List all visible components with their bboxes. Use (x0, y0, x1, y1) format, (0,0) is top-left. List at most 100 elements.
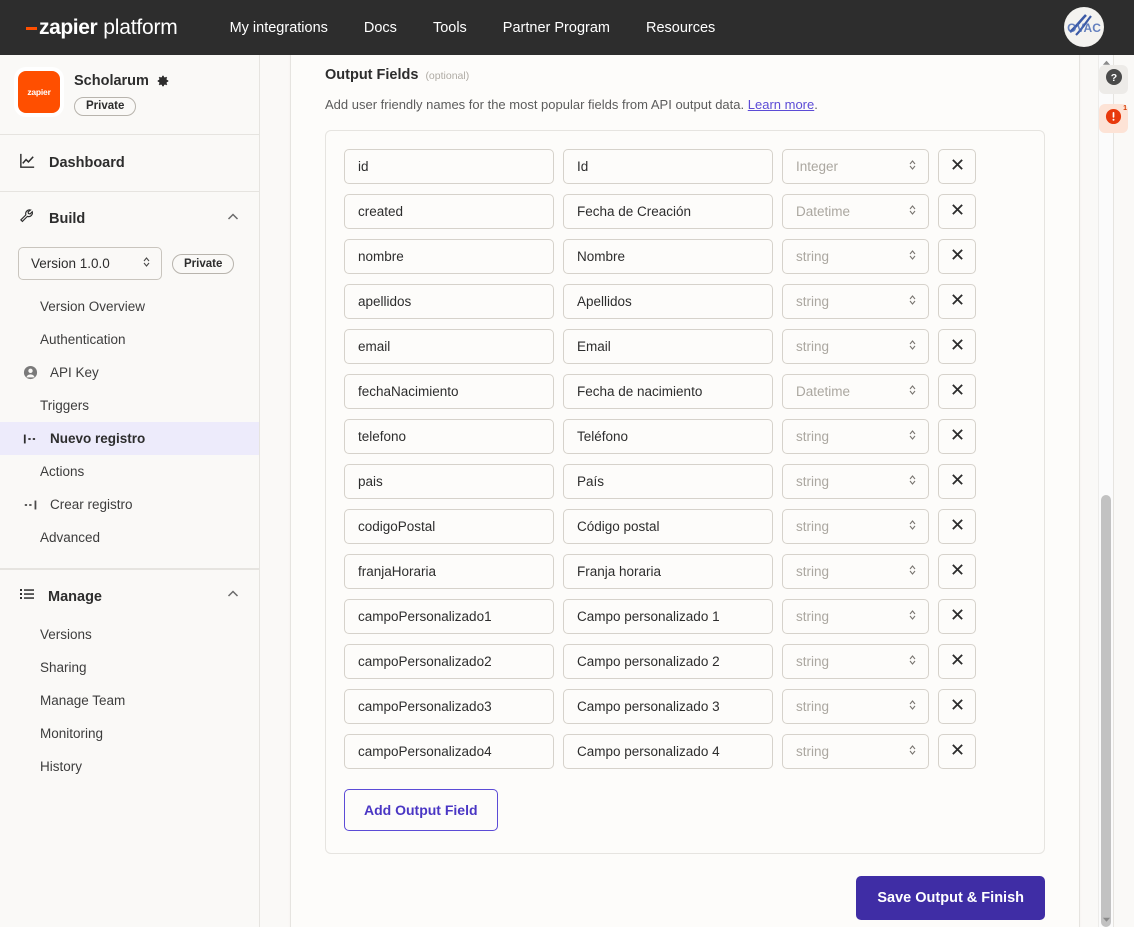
output-field-key-input[interactable] (344, 149, 554, 184)
sidebar-item-nuevo-registro[interactable]: Nuevo registro (0, 422, 259, 455)
help-button[interactable]: ? (1099, 65, 1128, 94)
project-visibility-badge[interactable]: Private (74, 97, 137, 116)
nav-link-my-integrations[interactable]: My integrations (230, 20, 328, 36)
stepper-icon (907, 293, 918, 310)
user-avatar[interactable]: OVAC (1064, 7, 1104, 47)
sidebar-item-dashboard[interactable]: Dashboard (0, 135, 259, 192)
sidebar-item-actions[interactable]: Actions (0, 455, 259, 488)
output-field-label-input[interactable] (563, 689, 773, 724)
stepper-icon (907, 203, 918, 220)
output-field-label-input[interactable] (563, 374, 773, 409)
sidebar-item-triggers[interactable]: Triggers (0, 389, 259, 422)
output-field-key-input[interactable] (344, 464, 554, 499)
output-field-type-select[interactable]: string (782, 419, 929, 454)
remove-output-field-button[interactable] (938, 329, 976, 364)
output-field-type-select[interactable]: string (782, 734, 929, 769)
output-field-key-input[interactable] (344, 329, 554, 364)
output-field-type-select[interactable]: Datetime (782, 194, 929, 229)
output-field-key-input[interactable] (344, 734, 554, 769)
remove-output-field-button[interactable] (938, 554, 976, 589)
output-field-key-input[interactable] (344, 599, 554, 634)
sidebar-item-sharing[interactable]: Sharing (0, 651, 259, 684)
sidebar-item-crear-registro[interactable]: Crear registro (0, 488, 259, 521)
scrollbar-thumb[interactable] (1101, 495, 1111, 927)
scrollbar-track[interactable] (1099, 70, 1113, 927)
manage-section-header[interactable]: Manage (0, 570, 259, 618)
sidebar-item-api-key[interactable]: API Key (0, 356, 259, 389)
output-field-label-input[interactable] (563, 329, 773, 364)
sidebar-item-monitoring-label: Monitoring (40, 726, 104, 741)
output-field-key-input[interactable] (344, 284, 554, 319)
output-field-label-input[interactable] (563, 284, 773, 319)
output-field-label-input[interactable] (563, 734, 773, 769)
output-field-type-select[interactable]: string (782, 284, 929, 319)
learn-more-link[interactable]: Learn more (748, 97, 814, 112)
output-field-type-select[interactable]: string (782, 464, 929, 499)
nav-link-tools[interactable]: Tools (433, 20, 467, 36)
version-visibility-badge[interactable]: Private (172, 253, 235, 274)
output-field-type-select[interactable]: Integer (782, 149, 929, 184)
output-field-type-select[interactable]: Datetime (782, 374, 929, 409)
remove-output-field-button[interactable] (938, 194, 976, 229)
remove-output-field-button[interactable] (938, 644, 976, 679)
output-field-label-input[interactable] (563, 509, 773, 544)
sidebar-item-versions[interactable]: Versions (0, 618, 259, 651)
output-field-key-input[interactable] (344, 239, 554, 274)
remove-output-field-button[interactable] (938, 419, 976, 454)
add-output-field-button[interactable]: Add Output Field (344, 789, 498, 831)
version-select[interactable]: Version 1.0.0 (18, 247, 162, 280)
scroll-down-arrow-icon[interactable] (1099, 912, 1113, 927)
output-field-label-input[interactable] (563, 419, 773, 454)
remove-output-field-button[interactable] (938, 509, 976, 544)
output-field-key-input[interactable] (344, 509, 554, 544)
close-icon (951, 473, 964, 491)
sidebar-item-advanced[interactable]: Advanced (0, 521, 259, 554)
sidebar-item-monitoring[interactable]: Monitoring (0, 717, 259, 750)
output-field-label-input[interactable] (563, 149, 773, 184)
output-field-key-input[interactable] (344, 374, 554, 409)
sidebar-item-manage-team[interactable]: Manage Team (0, 684, 259, 717)
output-field-type-select[interactable]: string (782, 239, 929, 274)
gear-icon[interactable] (156, 74, 170, 88)
remove-output-field-button[interactable] (938, 689, 976, 724)
output-field-label-input[interactable] (563, 464, 773, 499)
remove-output-field-button[interactable] (938, 374, 976, 409)
section-description-period: . (814, 97, 818, 112)
remove-output-field-button[interactable] (938, 239, 976, 274)
output-field-type-select[interactable]: string (782, 689, 929, 724)
zapier-platform-logo[interactable]: zapier platform (26, 16, 178, 40)
output-field-type-select[interactable]: string (782, 509, 929, 544)
remove-output-field-button[interactable] (938, 734, 976, 769)
output-field-row: Integer (344, 149, 1026, 184)
output-field-key-input[interactable] (344, 194, 554, 229)
project-logo: zapier (18, 71, 60, 113)
chevron-up-icon-manage (225, 586, 241, 607)
sidebar-item-version-overview[interactable]: Version Overview (0, 290, 259, 323)
output-field-type-select[interactable]: string (782, 644, 929, 679)
output-field-label-input[interactable] (563, 644, 773, 679)
build-section-header[interactable]: Build (0, 192, 259, 241)
remove-output-field-button[interactable] (938, 284, 976, 319)
remove-output-field-button[interactable] (938, 149, 976, 184)
remove-output-field-button[interactable] (938, 599, 976, 634)
output-field-key-input[interactable] (344, 419, 554, 454)
output-field-key-input[interactable] (344, 689, 554, 724)
output-field-key-input[interactable] (344, 644, 554, 679)
sidebar-item-authentication[interactable]: Authentication (0, 323, 259, 356)
main-vertical-scrollbar[interactable] (1098, 55, 1113, 927)
output-field-type-select[interactable]: string (782, 599, 929, 634)
nav-link-partner-program[interactable]: Partner Program (503, 20, 610, 36)
output-field-label-input[interactable] (563, 194, 773, 229)
output-field-key-input[interactable] (344, 554, 554, 589)
output-field-type-select[interactable]: string (782, 329, 929, 364)
nav-link-resources[interactable]: Resources (646, 20, 715, 36)
output-field-label-input[interactable] (563, 554, 773, 589)
alert-button[interactable]: 1 (1099, 104, 1128, 133)
output-field-label-input[interactable] (563, 599, 773, 634)
sidebar-item-history[interactable]: History (0, 750, 259, 783)
output-field-label-input[interactable] (563, 239, 773, 274)
remove-output-field-button[interactable] (938, 464, 976, 499)
save-output-and-finish-button[interactable]: Save Output & Finish (856, 876, 1045, 920)
output-field-type-select[interactable]: string (782, 554, 929, 589)
nav-link-docs[interactable]: Docs (364, 20, 397, 36)
